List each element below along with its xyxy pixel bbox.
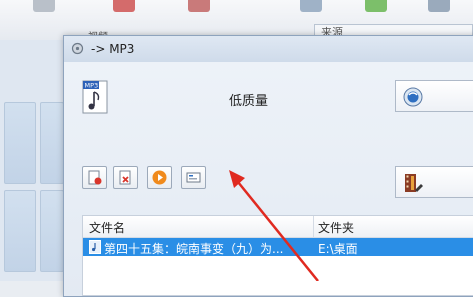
add-file-icon [88,170,102,185]
file-list-header: 文件名 文件夹 [83,216,473,238]
row-folder: E:\桌面 [318,242,358,256]
add-file-button[interactable] [82,166,107,189]
background-tool-icon [428,0,450,12]
background-tile [4,102,36,184]
column-header-folder[interactable]: 文件夹 [318,219,354,236]
column-separator [313,216,314,237]
background-tool-icon [188,0,210,12]
audio-file-icon [89,240,101,254]
info-button[interactable] [181,166,206,189]
dialog-title: -> MP3 [91,42,135,56]
app-icon [71,42,84,55]
play-icon [152,170,167,185]
quality-label: 低质量 [229,94,269,109]
background-tile [40,102,64,184]
remove-file-button[interactable] [113,166,138,189]
svg-text:MP3: MP3 [85,82,99,90]
file-list-row[interactable]: 第四十五集：皖南事变（九）为... E:\桌面 [83,238,473,256]
play-button[interactable] [147,166,172,189]
background-tool-icon [365,0,387,12]
settings-icon [403,87,423,107]
background-tool-icon [113,0,135,12]
remove-file-icon [119,170,131,185]
mp3-dialog: -> MP3 MP3 低质量 文件名 文件夹 第四十五集：皖南事变（九）为...… [63,35,473,297]
row-filename: 第四十五集：皖南事变（九）为... [104,242,284,256]
mp3-format-icon: MP3 [82,80,108,114]
background-left-panel [0,40,65,281]
output-folder-button[interactable] [395,166,473,198]
background-tile [4,190,36,272]
file-list: 文件名 文件夹 第四十五集：皖南事变（九）为... E:\桌面 [82,215,473,296]
background-tool-icon [33,0,55,12]
background-tile [40,190,64,272]
background-tool-icon [300,0,322,12]
info-panel-icon [186,172,201,183]
column-header-filename[interactable]: 文件名 [89,219,125,236]
dialog-titlebar[interactable]: -> MP3 [64,36,473,62]
settings-button[interactable] [395,80,473,112]
film-edit-icon [405,174,423,192]
dialog-content: MP3 低质量 文件名 文件夹 第四十五集：皖南事变（九）为... E:\桌面 [64,62,473,296]
